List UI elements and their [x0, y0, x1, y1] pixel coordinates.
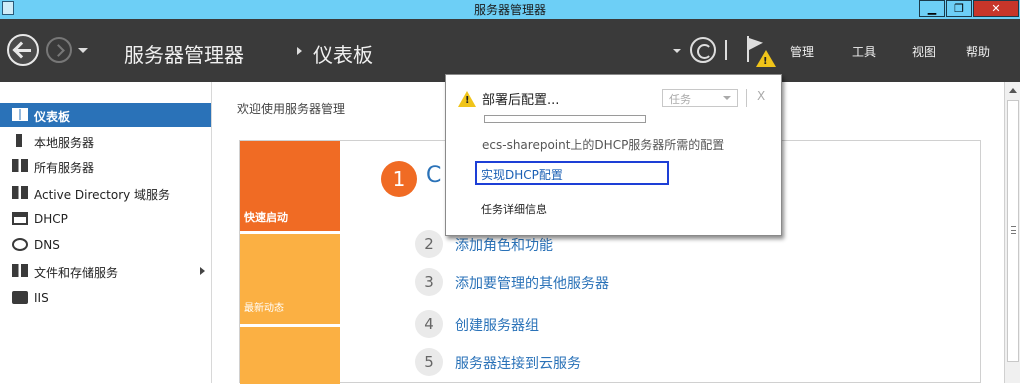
task-dropdown[interactable]: 任务 [662, 89, 738, 107]
title-bar: 服务器管理器 ▁ ❐ ✕ [0, 0, 1020, 19]
step-link[interactable]: 添加要管理的其他服务器 [455, 273, 609, 293]
scrollbar-thumb[interactable] [1007, 100, 1019, 362]
close-button[interactable]: ✕ [973, 0, 1019, 17]
sidebar-item-label: 仪表板 [34, 110, 71, 124]
sidebar-item-iis[interactable]: IIS [0, 286, 211, 310]
sidebar-item-active-directory[interactable]: Active Directory 域服务 [0, 181, 211, 205]
step-add-servers[interactable]: 3 添加要管理的其他服务器 [415, 268, 815, 298]
minimize-button[interactable]: ▁ [919, 0, 945, 17]
header-bar: 服务器管理器 仪表板 ! 管理 工具 视图 帮助 [0, 19, 1020, 82]
servers-icon [12, 159, 28, 172]
notification-popup: ! 部署后配置... 任务 X ecs-sharepoint上的DHCP服务器所… [445, 74, 782, 236]
tile-quick-start-label: 快速启动 [244, 211, 288, 224]
step-number: 5 [415, 348, 443, 376]
server-icon [16, 134, 22, 147]
sidebar-item-label: DHCP [34, 212, 68, 226]
sidebar: 仪表板 本地服务器 所有服务器 Active Directory 域服务 DHC… [0, 82, 212, 383]
breadcrumb-separator-icon [297, 47, 302, 55]
step-1-title[interactable]: C [426, 163, 441, 188]
implement-dhcp-config-link[interactable]: 实现DHCP配置 [475, 161, 669, 185]
sidebar-item-label: 所有服务器 [34, 161, 95, 175]
dns-icon [12, 238, 28, 251]
refresh-icon[interactable] [690, 37, 716, 63]
welcome-heading: 欢迎使用服务器管理 [237, 102, 346, 116]
step-1-number: 1 [381, 161, 417, 197]
notifications-flag-icon[interactable]: ! [747, 36, 779, 74]
progress-bar [484, 115, 646, 123]
history-dropdown-icon[interactable] [78, 48, 88, 53]
refresh-dropdown-icon[interactable] [673, 49, 681, 53]
step-link[interactable]: 创建服务器组 [455, 315, 539, 335]
warning-mark: ! [465, 95, 470, 106]
task-details-link[interactable]: 任务详细信息 [481, 201, 547, 217]
sidebar-item-label: DNS [34, 238, 60, 252]
sidebar-item-all-servers[interactable]: 所有服务器 [0, 154, 211, 178]
step-link[interactable]: 添加角色和功能 [455, 235, 553, 255]
maximize-button[interactable]: ❐ [946, 0, 972, 17]
menu-view[interactable]: 视图 [912, 43, 936, 60]
step-link[interactable]: 服务器连接到云服务 [455, 353, 581, 373]
step-number: 4 [415, 310, 443, 338]
menu-tools[interactable]: 工具 [852, 43, 876, 60]
popup-divider [746, 89, 747, 107]
step-cloud-connect[interactable]: 5 服务器连接到云服务 [415, 348, 815, 378]
page-title: 仪表板 [313, 43, 373, 67]
window-title: 服务器管理器 [473, 3, 546, 17]
active-directory-icon [12, 186, 28, 199]
warning-mark: ! [763, 56, 768, 67]
tile-news[interactable]: 最新动态 [240, 234, 340, 324]
step-number: 2 [415, 230, 443, 258]
app-name: 服务器管理器 [124, 43, 244, 67]
header-divider [725, 40, 727, 60]
sidebar-item-label: 本地服务器 [34, 136, 95, 150]
notification-title: 部署后配置... [482, 93, 560, 108]
storage-icon [12, 264, 28, 277]
sidebar-item-dashboard[interactable]: 仪表板 [0, 103, 211, 127]
dashboard-icon [12, 108, 28, 121]
forward-arrow-icon[interactable] [46, 37, 72, 63]
flag-pole [747, 36, 749, 62]
tile-quick-start[interactable]: 快速启动 [240, 141, 340, 231]
step-number: 3 [415, 268, 443, 296]
sidebar-item-label: IIS [34, 291, 49, 305]
back-arrow-icon[interactable] [7, 34, 39, 66]
menu-manage[interactable]: 管理 [790, 43, 814, 60]
sidebar-item-local-server[interactable]: 本地服务器 [0, 129, 211, 153]
grip-icon [1011, 226, 1016, 234]
iis-icon [12, 291, 28, 304]
expand-arrow-icon[interactable] [200, 267, 205, 275]
menu-help[interactable]: 帮助 [966, 43, 990, 60]
tile-learn-more[interactable] [240, 327, 340, 384]
sidebar-item-label: Active Directory 域服务 [34, 188, 171, 202]
sidebar-item-dhcp[interactable]: DHCP [0, 207, 211, 231]
scroll-up-icon[interactable] [1009, 88, 1017, 93]
sidebar-item-dns[interactable]: DNS [0, 233, 211, 257]
dhcp-icon [12, 212, 28, 225]
step-create-group[interactable]: 4 创建服务器组 [415, 310, 815, 340]
dismiss-button[interactable]: X [757, 89, 765, 103]
sidebar-item-label: 文件和存储服务 [34, 266, 119, 280]
notification-description: ecs-sharepoint上的DHCP服务器所需的配置 [482, 138, 725, 152]
vertical-scrollbar[interactable] [1004, 82, 1020, 383]
sidebar-item-file-storage[interactable]: 文件和存储服务 [0, 259, 211, 283]
flag-cloth [749, 38, 763, 50]
tile-news-label: 最新动态 [244, 303, 284, 314]
